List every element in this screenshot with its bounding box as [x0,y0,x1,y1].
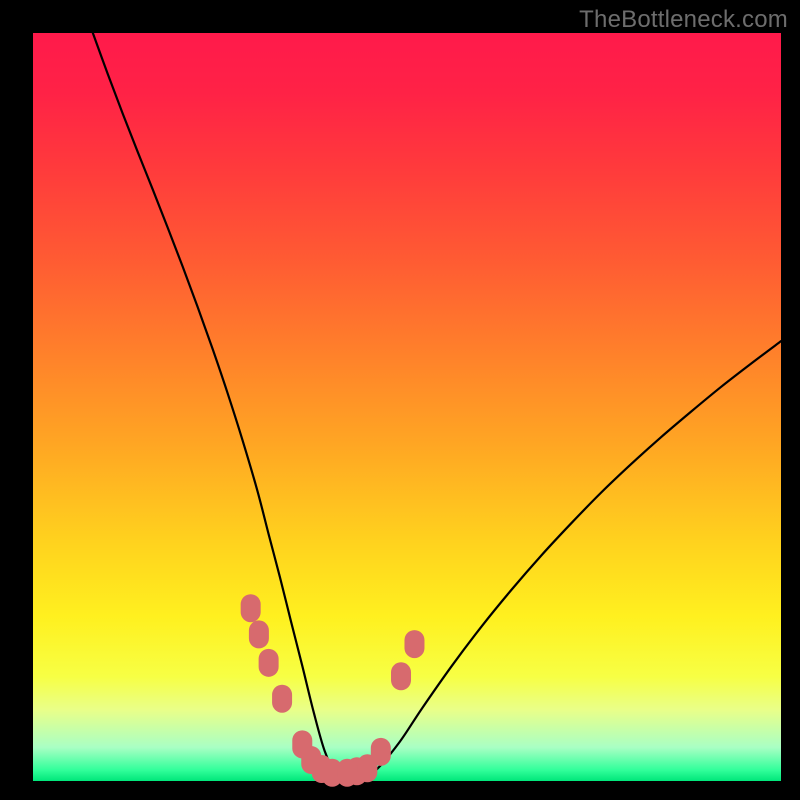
bottleneck-chart [0,0,800,800]
curve-marker [241,594,261,622]
curve-marker [404,630,424,658]
curve-marker [249,620,269,648]
curve-marker [371,738,391,766]
chart-stage: TheBottleneck.com [0,0,800,800]
curve-marker [259,649,279,677]
curve-marker [391,662,411,690]
watermark-text: TheBottleneck.com [579,6,788,34]
curve-marker [272,685,292,713]
